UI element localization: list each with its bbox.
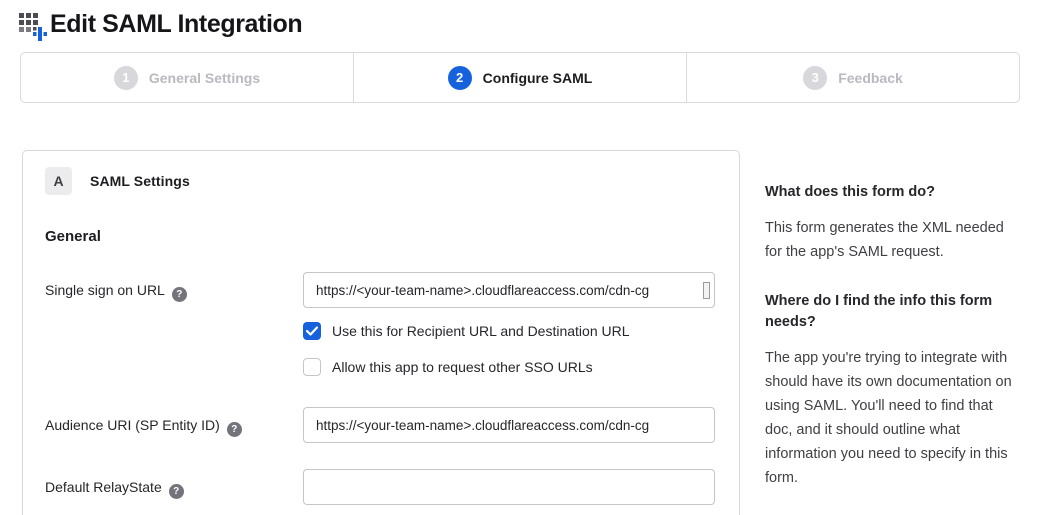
wizard-stepper: 1 General Settings 2 Configure SAML 3 Fe… [20, 52, 1020, 103]
relay-state-label-col: Default RelayState? [45, 469, 303, 515]
audience-uri-input[interactable] [303, 407, 715, 443]
help-icon[interactable]: ? [227, 422, 242, 437]
step-label: Configure SAML [483, 70, 593, 86]
sidebar-heading-what: What does this form do? [765, 182, 1017, 203]
relay-state-field-col: If no value is set, a blank RelayState i… [303, 469, 715, 515]
step-feedback[interactable]: 3 Feedback [687, 53, 1019, 102]
sso-url-label-col: Single sign on URL? [45, 272, 303, 376]
page-header: Edit SAML Integration [0, 0, 1063, 39]
relay-state-label: Default RelayState [45, 479, 162, 495]
panel-header: A SAML Settings [45, 167, 715, 195]
sidebar-body-where: The app you're trying to integrate with … [765, 346, 1017, 490]
step-general-settings[interactable]: 1 General Settings [21, 53, 354, 102]
step-configure-saml[interactable]: 2 Configure SAML [354, 53, 687, 102]
relay-state-input[interactable] [303, 469, 715, 505]
sso-url-row: Single sign on URL? Use this for Recipie… [45, 272, 715, 376]
relay-state-row: Default RelayState? If no value is set, … [45, 469, 715, 515]
sso-url-label: Single sign on URL [45, 282, 165, 298]
recipient-url-checkbox-label: Use this for Recipient URL and Destinati… [332, 323, 630, 339]
recipient-url-checkbox[interactable] [303, 322, 321, 340]
step-number-badge: 1 [114, 66, 138, 90]
check-icon [306, 326, 318, 336]
help-sidebar: What does this form do? This form genera… [765, 150, 1017, 515]
add-app-grid-icon [19, 13, 43, 37]
other-sso-checkbox-row: Allow this app to request other SSO URLs [303, 358, 715, 376]
other-sso-checkbox[interactable] [303, 358, 321, 376]
audience-uri-field-col [303, 407, 715, 443]
general-section-heading: General [45, 228, 715, 245]
page-title: Edit SAML Integration [50, 10, 302, 39]
saml-settings-panel: A SAML Settings General Single sign on U… [22, 150, 740, 515]
recipient-url-checkbox-row: Use this for Recipient URL and Destinati… [303, 322, 715, 340]
help-icon[interactable]: ? [172, 287, 187, 302]
step-number-badge: 3 [803, 66, 827, 90]
audience-uri-row: Audience URI (SP Entity ID)? [45, 407, 715, 443]
panel-title: SAML Settings [90, 173, 190, 189]
step-label: General Settings [149, 70, 260, 86]
sidebar-heading-where: Where do I find the info this form needs… [765, 291, 1017, 333]
sidebar-body-what: This form generates the XML needed for t… [765, 216, 1017, 264]
step-number-badge: 2 [448, 66, 472, 90]
other-sso-checkbox-label: Allow this app to request other SSO URLs [332, 359, 593, 375]
audience-uri-label: Audience URI (SP Entity ID) [45, 417, 220, 433]
step-label: Feedback [838, 70, 903, 86]
text-cursor [703, 282, 710, 299]
content-area: A SAML Settings General Single sign on U… [22, 150, 1043, 515]
sso-url-input[interactable] [303, 272, 715, 308]
audience-uri-label-col: Audience URI (SP Entity ID)? [45, 407, 303, 443]
section-a-badge: A [45, 167, 72, 195]
plus-icon [33, 27, 47, 41]
sso-url-field-col: Use this for Recipient URL and Destinati… [303, 272, 715, 376]
help-icon[interactable]: ? [169, 484, 184, 499]
